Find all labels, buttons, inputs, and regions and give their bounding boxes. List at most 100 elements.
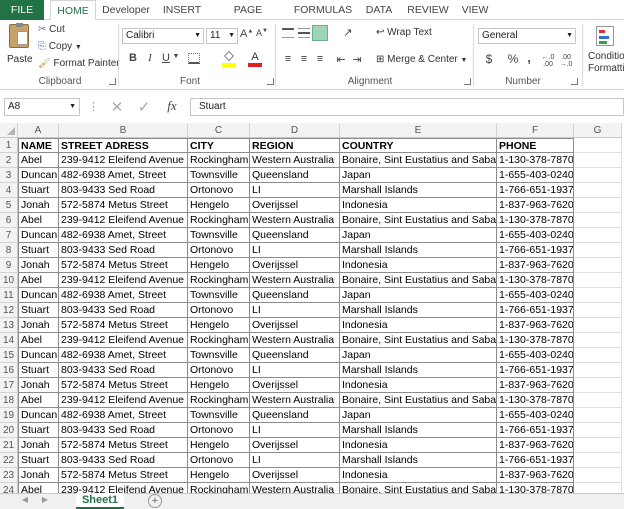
table-cell[interactable]: Stuart: [18, 453, 59, 468]
table-cell[interactable]: 1-837-963-7620: [497, 378, 574, 393]
empty-cell[interactable]: [574, 258, 622, 273]
table-cell[interactable]: Abel: [18, 213, 59, 228]
table-cell[interactable]: 1-766-651-1937: [497, 453, 574, 468]
table-cell[interactable]: 803-9433 Sed Road: [59, 183, 188, 198]
italic-button[interactable]: I: [145, 52, 155, 64]
empty-cell[interactable]: [574, 243, 622, 258]
table-cell[interactable]: Jonah: [18, 378, 59, 393]
row-header[interactable]: 8: [0, 243, 18, 258]
table-cell[interactable]: Townsville: [188, 228, 250, 243]
table-cell[interactable]: 239-9412 Eleifend Avenue: [59, 483, 188, 493]
empty-cell[interactable]: [574, 348, 622, 363]
empty-cell[interactable]: [574, 468, 622, 483]
empty-cell[interactable]: [574, 483, 622, 493]
table-cell[interactable]: Indonesia: [340, 468, 497, 483]
table-cell[interactable]: Western Australia: [250, 213, 340, 228]
table-header-cell[interactable]: CITY: [188, 138, 250, 153]
table-cell[interactable]: 803-9433 Sed Road: [59, 453, 188, 468]
table-cell[interactable]: Queensland: [250, 348, 340, 363]
table-cell[interactable]: Stuart: [18, 363, 59, 378]
empty-cell[interactable]: [574, 168, 622, 183]
table-cell[interactable]: Japan: [340, 348, 497, 363]
table-cell[interactable]: 1-837-963-7620: [497, 318, 574, 333]
table-cell[interactable]: Rockingham: [188, 213, 250, 228]
table-cell[interactable]: Jonah: [18, 318, 59, 333]
table-cell[interactable]: Queensland: [250, 288, 340, 303]
row-header[interactable]: 15: [0, 348, 18, 363]
conditional-formatting-button[interactable]: Conditional Formatting: [586, 24, 624, 74]
orientation-icon[interactable]: ↗: [340, 26, 356, 39]
number-format-select[interactable]: General ▼: [478, 28, 576, 44]
table-cell[interactable]: Marshall Islands: [340, 303, 497, 318]
row-header[interactable]: 22: [0, 453, 18, 468]
empty-cell[interactable]: [574, 378, 622, 393]
enter-icon[interactable]: ✓: [136, 98, 152, 116]
table-cell[interactable]: Overijssel: [250, 468, 340, 483]
table-cell[interactable]: Marshall Islands: [340, 423, 497, 438]
table-cell[interactable]: 803-9433 Sed Road: [59, 423, 188, 438]
copy-button[interactable]: ⎘ Copy ▼: [38, 41, 82, 52]
table-cell[interactable]: LI: [250, 363, 340, 378]
table-cell[interactable]: 803-9433 Sed Road: [59, 243, 188, 258]
tab-developer[interactable]: Developer: [100, 0, 152, 20]
table-cell[interactable]: Western Australia: [250, 393, 340, 408]
table-cell[interactable]: Jonah: [18, 258, 59, 273]
empty-cell[interactable]: [574, 318, 622, 333]
alignment-launcher-icon[interactable]: [464, 78, 471, 85]
sheet-tab-sheet1[interactable]: Sheet1: [76, 493, 124, 509]
column-header-b[interactable]: B: [59, 123, 188, 138]
number-launcher-icon[interactable]: [571, 78, 578, 85]
table-cell[interactable]: Stuart: [18, 303, 59, 318]
table-cell[interactable]: Jonah: [18, 468, 59, 483]
increase-font-icon[interactable]: A▲: [240, 28, 253, 40]
increase-indent-icon[interactable]: ⇥: [351, 53, 363, 66]
row-header[interactable]: 20: [0, 423, 18, 438]
row-header[interactable]: 9: [0, 258, 18, 273]
table-cell[interactable]: Bonaire, Sint Eustatius and Saba: [340, 393, 497, 408]
row-header[interactable]: 16: [0, 363, 18, 378]
table-cell[interactable]: Hengelo: [188, 318, 250, 333]
row-header[interactable]: 14: [0, 333, 18, 348]
empty-cell[interactable]: [574, 138, 622, 153]
align-left-icon[interactable]: ≡: [282, 53, 294, 65]
row-header[interactable]: 3: [0, 168, 18, 183]
table-cell[interactable]: Duncan: [18, 348, 59, 363]
table-cell[interactable]: 1-837-963-7620: [497, 468, 574, 483]
align-bottom-icon[interactable]: [312, 25, 328, 41]
table-cell[interactable]: Abel: [18, 393, 59, 408]
table-cell[interactable]: 482-6938 Amet, Street: [59, 408, 188, 423]
table-cell[interactable]: 572-5874 Metus Street: [59, 198, 188, 213]
column-header-a[interactable]: A: [18, 123, 59, 138]
row-header[interactable]: 7: [0, 228, 18, 243]
underline-button[interactable]: U: [161, 52, 171, 64]
table-cell[interactable]: Overijssel: [250, 258, 340, 273]
add-sheet-icon[interactable]: +: [148, 494, 162, 508]
align-top-icon[interactable]: [282, 28, 294, 38]
table-cell[interactable]: 1-655-403-0240: [497, 348, 574, 363]
empty-cell[interactable]: [574, 303, 622, 318]
table-cell[interactable]: Overijssel: [250, 438, 340, 453]
tab-view[interactable]: VIEW: [458, 0, 492, 20]
table-header-cell[interactable]: COUNTRY: [340, 138, 497, 153]
row-header[interactable]: 11: [0, 288, 18, 303]
tab-data[interactable]: DATA: [362, 0, 396, 20]
empty-cell[interactable]: [574, 423, 622, 438]
table-cell[interactable]: Ortonovo: [188, 363, 250, 378]
table-cell[interactable]: Stuart: [18, 243, 59, 258]
empty-cell[interactable]: [574, 363, 622, 378]
merge-center-button[interactable]: ⊞ Merge & Center ▼: [376, 54, 467, 65]
table-cell[interactable]: 482-6938 Amet, Street: [59, 288, 188, 303]
table-cell[interactable]: 572-5874 Metus Street: [59, 378, 188, 393]
empty-cell[interactable]: [574, 228, 622, 243]
table-cell[interactable]: Western Australia: [250, 333, 340, 348]
decrease-indent-icon[interactable]: ⇤: [335, 53, 347, 66]
row-header[interactable]: 21: [0, 438, 18, 453]
table-cell[interactable]: Ortonovo: [188, 423, 250, 438]
table-cell[interactable]: Hengelo: [188, 258, 250, 273]
empty-cell[interactable]: [574, 183, 622, 198]
table-cell[interactable]: Rockingham: [188, 483, 250, 493]
table-cell[interactable]: Ortonovo: [188, 453, 250, 468]
font-color-icon[interactable]: A: [248, 51, 262, 67]
table-header-cell[interactable]: STREET ADRESS: [59, 138, 188, 153]
table-cell[interactable]: Bonaire, Sint Eustatius and Saba: [340, 273, 497, 288]
